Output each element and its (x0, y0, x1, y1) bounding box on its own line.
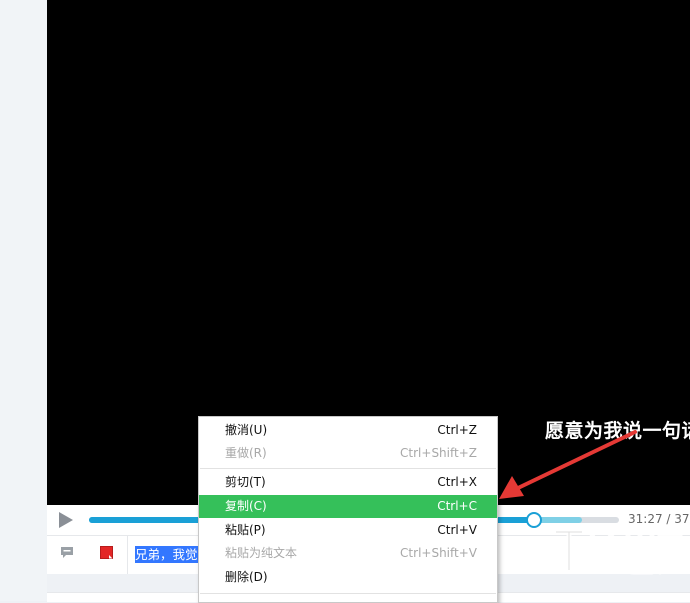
color-picker-icon[interactable] (100, 546, 113, 559)
menu-item-paste-plain[interactable]: 粘贴为纯文本 Ctrl+Shift+V (199, 542, 497, 565)
time-display: 31:27 / 37:0 (628, 512, 690, 526)
danmaku-toggle-icon[interactable] (60, 546, 74, 559)
divider (127, 536, 128, 574)
video-subtitle: 愿意为我说一句话了 (545, 420, 690, 442)
menu-item-cut[interactable]: 剪切(T) Ctrl+X (199, 471, 497, 494)
play-icon[interactable] (56, 511, 76, 529)
progress-thumb[interactable] (526, 512, 543, 528)
menu-separator (200, 468, 496, 469)
menu-item-copy[interactable]: 复制(C) Ctrl+C (199, 495, 497, 518)
menu-item-delete[interactable]: 删除(D) (199, 566, 497, 589)
menu-item-redo[interactable]: 重做(R) Ctrl+Shift+Z (199, 442, 497, 465)
menu-item-undo[interactable]: 撤消(U) Ctrl+Z (199, 419, 497, 442)
menu-separator (200, 593, 496, 594)
menu-item-paste[interactable]: 粘贴(P) Ctrl+V (199, 519, 497, 542)
selected-text: 兄弟，我觉 (135, 546, 198, 563)
page-left-gutter (0, 0, 47, 601)
context-menu: 撤消(U) Ctrl+Z 重做(R) Ctrl+Shift+Z 剪切(T) Ct… (198, 416, 498, 603)
